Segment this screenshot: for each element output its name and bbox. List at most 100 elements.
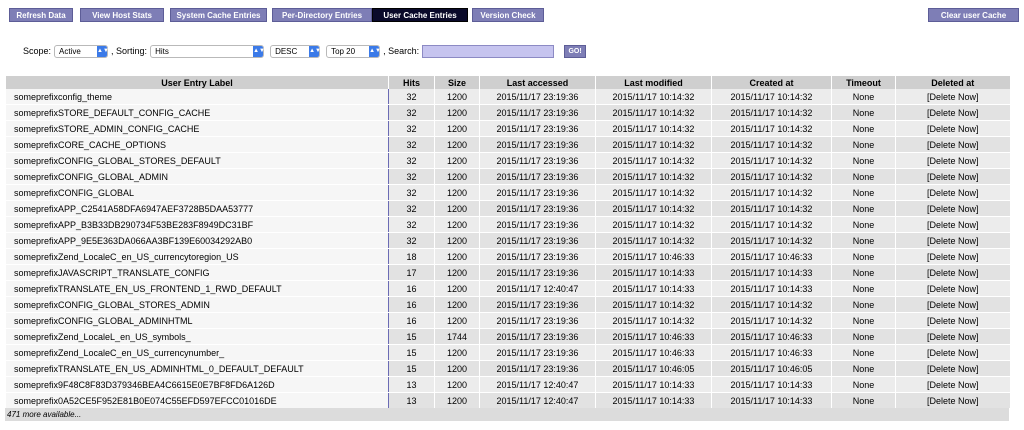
select-arrow-icon: ▲▼ (309, 45, 321, 57)
table-header-row: User Entry Label Hits Size Last accessed… (5, 76, 1010, 89)
delete-now-link[interactable]: [Delete Now] (895, 344, 1010, 361)
delete-now-link[interactable]: [Delete Now] (895, 328, 1010, 345)
last-accessed-cell: 2015/11/17 23:19:36 (479, 232, 596, 249)
delete-now-link[interactable]: [Delete Now] (895, 360, 1010, 377)
version-check-button[interactable]: Version Check (472, 8, 544, 22)
table-row: someprefixCONFIG_GLOBAL 32 1200 2015/11/17 … (5, 184, 1010, 201)
hits-cell: 15 (388, 328, 435, 345)
hits-cell: 16 (388, 280, 435, 297)
table-row: someprefixSTORE_ADMIN_CONFIG_CACHE 32 1200… (5, 120, 1010, 137)
column-header[interactable]: Hits (388, 76, 435, 89)
delete-now-link[interactable]: [Delete Now] (895, 376, 1010, 393)
table-row: someprefixCONFIG_GLOBAL_STORES_DEFAULT 32… (5, 152, 1010, 169)
entry-label-cell[interactable]: someprefixZend_LocaleC_en_US_currencynum… (5, 344, 389, 361)
size-cell: 1200 (434, 184, 480, 201)
entry-label-cell[interactable]: someprefixZend_LocaleL_en_US_symbols_ (5, 328, 389, 345)
delete-now-link[interactable]: [Delete Now] (895, 216, 1010, 233)
size-cell: 1200 (434, 312, 480, 329)
size-cell: 1200 (434, 360, 480, 377)
sort-select[interactable]: Hits ▲▼ (150, 44, 265, 58)
entry-label-cell[interactable]: someprefixconfig_theme (5, 89, 389, 105)
last-accessed-cell: 2015/11/17 23:19:36 (479, 296, 596, 313)
entry-label-cell[interactable]: someprefixAPP_C2541A58DFA6947AEF3728B5DA… (5, 200, 389, 217)
last-modified-cell: 2015/11/17 10:14:32 (595, 312, 712, 329)
table-row: someprefixCONFIG_GLOBAL_ADMIN 32 1200 2015/… (5, 168, 1010, 185)
entry-label-cell[interactable]: someprefix9F48C8F83D379346BEA4C6615E0E7B… (5, 376, 389, 393)
system-cache-entries-button[interactable]: System Cache Entries (170, 8, 267, 22)
delete-now-link[interactable]: [Delete Now] (895, 89, 1010, 105)
entry-label-cell[interactable]: someprefixTRANSLATE_EN_US_FRONTEND_1_RWD… (5, 280, 389, 297)
entry-label-cell[interactable]: someprefixZend_LocaleC_en_US_currencytor… (5, 248, 389, 265)
column-header[interactable]: User Entry Label (5, 76, 389, 89)
delete-now-link[interactable]: [Delete Now] (895, 104, 1010, 121)
delete-now-link[interactable]: [Delete Now] (895, 312, 1010, 329)
timeout-cell: None (831, 248, 896, 265)
column-header[interactable]: Last modified (595, 76, 712, 89)
entry-label-cell[interactable]: someprefixCONFIG_GLOBAL_ADMIN (5, 168, 389, 185)
search-input[interactable] (422, 44, 555, 58)
per-directory-entries-button[interactable]: Per-Directory Entries (272, 8, 372, 22)
hits-cell: 13 (388, 376, 435, 393)
limit-select[interactable]: Top 20 ▲▼ (326, 44, 381, 58)
entry-label-cell[interactable]: someprefixCORE_CACHE_OPTIONS (5, 136, 389, 153)
entry-label-cell[interactable]: someprefixJAVASCRIPT_TRANSLATE_CONFIG (5, 264, 389, 281)
delete-now-link[interactable]: [Delete Now] (895, 120, 1010, 137)
last-accessed-cell: 2015/11/17 23:19:36 (479, 360, 596, 377)
delete-now-link[interactable]: [Delete Now] (895, 152, 1010, 169)
last-modified-cell: 2015/11/17 10:14:32 (595, 216, 712, 233)
hits-cell: 32 (388, 152, 435, 169)
hits-cell: 18 (388, 248, 435, 265)
entry-label-cell[interactable]: someprefixTRANSLATE_EN_US_ADMINHTML_0_DE… (5, 360, 389, 377)
column-header[interactable]: Timeout (831, 76, 896, 89)
entry-label-cell[interactable]: someprefixCONFIG_GLOBAL_STORES_ADMIN (5, 296, 389, 313)
delete-now-link[interactable]: [Delete Now] (895, 264, 1010, 281)
delete-now-link[interactable]: [Delete Now] (895, 392, 1010, 409)
delete-now-link[interactable]: [Delete Now] (895, 168, 1010, 185)
column-header[interactable]: Last accessed (479, 76, 596, 89)
entry-label-cell[interactable]: someprefixCONFIG_GLOBAL_ADMINHTML (5, 312, 389, 329)
clear-user-cache-button[interactable]: Clear user Cache (928, 8, 1019, 22)
delete-now-link[interactable]: [Delete Now] (895, 248, 1010, 265)
last-accessed-cell: 2015/11/17 23:19:36 (479, 104, 596, 121)
table-row: someprefixTRANSLATE_EN_US_ADMINHTML_0_DE… (5, 360, 1010, 377)
created-at-cell: 2015/11/17 10:14:32 (711, 136, 832, 153)
created-at-cell: 2015/11/17 10:14:32 (711, 216, 832, 233)
order-select[interactable]: DESC ▲▼ (270, 44, 321, 58)
timeout-cell: None (831, 296, 896, 313)
column-header[interactable]: Created at (711, 76, 832, 89)
go-button[interactable]: GO! (564, 44, 587, 58)
entry-label-cell[interactable]: someprefix0A52CE5F952E81B0E074C55EFD597E… (5, 392, 389, 409)
table-row: someprefix9F48C8F83D379346BEA4C6615E0E7B… (5, 376, 1010, 393)
table-row: someprefixSTORE_DEFAULT_CONFIG_CACHE 32 12… (5, 104, 1010, 121)
timeout-cell: None (831, 232, 896, 249)
user-cache-entries-button[interactable]: User Cache Entries (372, 8, 468, 22)
size-cell: 1200 (434, 216, 480, 233)
delete-now-link[interactable]: [Delete Now] (895, 184, 1010, 201)
entry-label-cell[interactable]: someprefixCONFIG_GLOBAL (5, 184, 389, 201)
created-at-cell: 2015/11/17 10:14:32 (711, 168, 832, 185)
created-at-cell: 2015/11/17 10:14:33 (711, 392, 832, 409)
last-accessed-cell: 2015/11/17 23:19:36 (479, 264, 596, 281)
scope-select[interactable]: Active ▲▼ (54, 44, 109, 58)
delete-now-link[interactable]: [Delete Now] (895, 280, 1010, 297)
view-host-stats-button[interactable]: View Host Stats (80, 8, 164, 22)
column-header[interactable]: Size (434, 76, 480, 89)
refresh-data-button[interactable]: Refresh Data (9, 8, 73, 22)
entry-label-cell[interactable]: someprefixSTORE_ADMIN_CONFIG_CACHE (5, 120, 389, 137)
hits-cell: 32 (388, 136, 435, 153)
size-cell: 1200 (434, 89, 480, 105)
delete-now-link[interactable]: [Delete Now] (895, 232, 1010, 249)
entry-label-cell[interactable]: someprefixAPP_B3B33DB290734F53BE283F8949… (5, 216, 389, 233)
entry-label-cell[interactable]: someprefixAPP_9E5E363DA066AA3BF139E60034… (5, 232, 389, 249)
delete-now-link[interactable]: [Delete Now] (895, 200, 1010, 217)
created-at-cell: 2015/11/17 10:14:32 (711, 296, 832, 313)
hits-cell: 15 (388, 360, 435, 377)
column-header[interactable]: Deleted at (895, 76, 1010, 89)
more-available-text: 471 more available... (5, 408, 1009, 421)
entry-label-cell[interactable]: someprefixSTORE_DEFAULT_CONFIG_CACHE (5, 104, 389, 121)
delete-now-link[interactable]: [Delete Now] (895, 136, 1010, 153)
delete-now-link[interactable]: [Delete Now] (895, 296, 1010, 313)
hits-cell: 13 (388, 392, 435, 409)
entry-label-cell[interactable]: someprefixCONFIG_GLOBAL_STORES_DEFAULT (5, 152, 389, 169)
last-accessed-cell: 2015/11/17 23:19:36 (479, 200, 596, 217)
